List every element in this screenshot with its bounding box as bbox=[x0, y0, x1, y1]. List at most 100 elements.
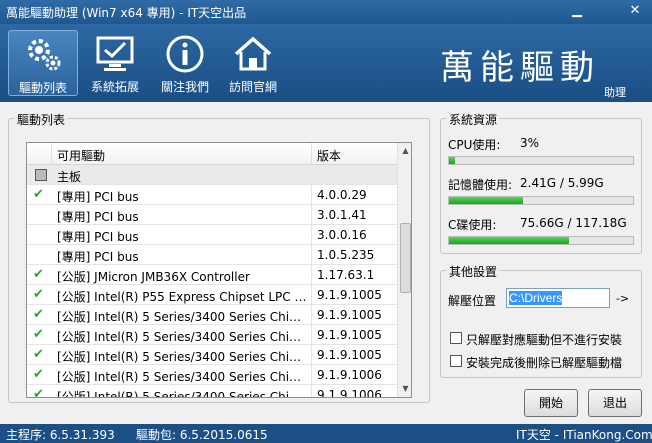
table-row[interactable]: ✔ [專用] PCI bus 4.0.0.29 bbox=[27, 185, 397, 205]
driver-name: [公版] Intel(R) 5 Series/3400 Series Chips… bbox=[57, 350, 307, 364]
table-row[interactable]: ✔ [公版] Intel(R) 5 Series/3400 Series Chip… bbox=[27, 325, 397, 345]
driver-version: 9.1.9.1005 bbox=[317, 288, 382, 302]
driver-version: 3.0.1.41 bbox=[317, 208, 367, 222]
start-button[interactable]: 開始 bbox=[524, 389, 578, 417]
minimize-icon[interactable]: ▁ bbox=[566, 2, 588, 20]
memory-progress-fill bbox=[449, 197, 523, 204]
status-bar: 主程序: 6.5.31.393 驅動包: 6.5.2015.0615 IT天空 … bbox=[0, 424, 652, 443]
check-icon[interactable]: ✔ bbox=[33, 307, 44, 322]
close-icon[interactable]: ✕ bbox=[624, 2, 646, 20]
tab-visit-website[interactable]: 訪問官網 bbox=[218, 30, 288, 96]
delete-after-install-label[interactable]: 安裝完成後刪除已解壓驅動檔 bbox=[466, 354, 622, 371]
main-panel: 驅動列表 可用驅動 版本 主板 ✔ [專用] PCI bus 4.0.0.29 [專用]… bbox=[0, 102, 652, 424]
extract-only-label[interactable]: 只解壓對應驅動但不進行安裝 bbox=[466, 331, 622, 348]
driver-name: [專用] PCI bus bbox=[57, 190, 139, 204]
column-header-driver[interactable]: 可用驅動 bbox=[57, 147, 105, 164]
driver-rows: 主板 ✔ [專用] PCI bus 4.0.0.29 [專用] PCI bus 3.0.1… bbox=[27, 165, 397, 398]
vertical-scrollbar[interactable]: ▲ ▼ bbox=[397, 143, 411, 397]
table-row[interactable]: [專用] PCI bus 3.0.0.16 bbox=[27, 225, 397, 245]
website-link[interactable]: IT天空 - ITianKong.Com bbox=[516, 426, 652, 443]
extract-location-label: 解壓位置 bbox=[448, 294, 497, 308]
check-icon[interactable]: ✔ bbox=[33, 267, 44, 282]
driver-name: [公版] Intel(R) 5 Series/3400 Series Chips… bbox=[57, 310, 307, 324]
title-bar: 萬能驅動助理 (Win7 x64 專用) - IT天空出品 ▁ ✕ bbox=[0, 0, 652, 24]
home-icon bbox=[234, 36, 272, 71]
window-title: 萬能驅動助理 (Win7 x64 專用) - IT天空出品 bbox=[6, 6, 247, 20]
memory-label: 記憶體使用: bbox=[448, 178, 513, 192]
driver-version: 9.1.9.1005 bbox=[317, 328, 382, 342]
check-icon[interactable]: ✔ bbox=[33, 287, 44, 302]
scroll-up-icon[interactable]: ▲ bbox=[398, 143, 411, 159]
driver-name: [公版] Intel(R) P55 Express Chipset LPC In… bbox=[57, 290, 307, 304]
table-row[interactable]: ✔ [公版] JMicron JMB36X Controller 1.17.63.1 bbox=[27, 265, 397, 285]
cpu-value: 3% bbox=[520, 136, 540, 150]
tab-system-extend[interactable]: 系統拓展 bbox=[80, 30, 150, 96]
scroll-thumb[interactable] bbox=[400, 223, 411, 293]
monitor-check-icon bbox=[96, 36, 134, 71]
browse-arrow[interactable]: -> bbox=[616, 292, 629, 305]
table-row[interactable]: [專用] PCI bus 1.0.5.235 bbox=[27, 245, 397, 265]
driver-version: 1.17.63.1 bbox=[317, 268, 375, 282]
driver-name: [公版] Intel(R) 5 Series/3400 Series Chips… bbox=[57, 390, 307, 398]
driver-pack-version: 驅動包: 6.5.2015.0615 bbox=[136, 428, 268, 442]
board-icon bbox=[35, 169, 47, 181]
gears-icon bbox=[28, 39, 61, 71]
driver-version: 3.0.0.16 bbox=[317, 228, 367, 242]
brand-logo: 萬能驅動 bbox=[440, 48, 600, 88]
driver-version: 9.1.9.1005 bbox=[317, 348, 382, 362]
driver-version: 1.0.5.235 bbox=[317, 248, 375, 262]
check-icon[interactable]: ✔ bbox=[33, 347, 44, 362]
driver-list[interactable]: 可用驅動 版本 主板 ✔ [專用] PCI bus 4.0.0.29 [專用] PCI … bbox=[26, 142, 412, 398]
disk-value: 75.66G / 117.18G bbox=[520, 216, 627, 230]
driver-version: 9.1.9.1006 bbox=[317, 388, 382, 398]
disk-label: C碟使用: bbox=[448, 218, 497, 232]
toolbar: 驅動列表 系統拓展 關注我們 訪問官網 萬能驅動 助理 bbox=[0, 24, 652, 100]
tab-driver-list[interactable]: 驅動列表 bbox=[8, 30, 78, 96]
driver-version: 4.0.0.29 bbox=[317, 188, 367, 202]
driver-version: 9.1.9.1005 bbox=[317, 308, 382, 322]
tab-label: 系統拓展 bbox=[90, 80, 139, 94]
table-row[interactable]: [專用] PCI bus 3.0.1.41 bbox=[27, 205, 397, 225]
exit-button[interactable]: 退出 bbox=[588, 389, 642, 417]
table-row[interactable]: ✔ [公版] Intel(R) P55 Express Chipset LPC I… bbox=[27, 285, 397, 305]
extract-path-value: C:\Drivers bbox=[509, 291, 563, 305]
column-header-version[interactable]: 版本 bbox=[317, 147, 341, 164]
cpu-progress-fill bbox=[449, 157, 455, 164]
check-icon[interactable]: ✔ bbox=[33, 327, 44, 342]
list-header: 可用驅動 版本 bbox=[27, 143, 397, 165]
check-icon[interactable]: ✔ bbox=[33, 387, 44, 397]
extract-only-checkbox[interactable] bbox=[450, 332, 462, 344]
driver-name: [專用] PCI bus bbox=[57, 250, 139, 264]
tab-label: 關注我們 bbox=[160, 80, 209, 94]
brand-sub: 助理 bbox=[604, 86, 626, 99]
table-row[interactable]: ✔ [公版] Intel(R) 5 Series/3400 Series Chip… bbox=[27, 365, 397, 385]
driver-name: [公版] Intel(R) 5 Series/3400 Series Chips… bbox=[57, 370, 307, 384]
tab-label: 訪問官網 bbox=[228, 80, 277, 94]
check-icon[interactable]: ✔ bbox=[33, 367, 44, 382]
tab-label: 驅動列表 bbox=[18, 81, 67, 95]
group-title: 系統資源 bbox=[447, 111, 500, 128]
scroll-down-icon[interactable]: ▼ bbox=[398, 381, 411, 397]
memory-value: 2.41G / 5.99G bbox=[520, 176, 604, 190]
check-icon[interactable]: ✔ bbox=[33, 187, 44, 202]
driver-name: [公版] JMicron JMB36X Controller bbox=[57, 270, 250, 284]
driver-name: [專用] PCI bus bbox=[57, 210, 139, 224]
tab-follow-us[interactable]: 關注我們 bbox=[150, 30, 220, 96]
disk-progress bbox=[448, 236, 634, 245]
table-row[interactable]: ✔ [公版] Intel(R) 5 Series/3400 Series Chip… bbox=[27, 305, 397, 325]
group-title: 驅動列表 bbox=[15, 111, 68, 128]
extract-path-input[interactable]: C:\Drivers bbox=[506, 288, 610, 308]
info-icon bbox=[166, 35, 204, 73]
table-row[interactable]: ✔ [公版] Intel(R) 5 Series/3400 Series Chip… bbox=[27, 385, 397, 398]
app-window: 萬能驅動助理 (Win7 x64 專用) - IT天空出品 ▁ ✕ 驅動列表 系… bbox=[0, 0, 652, 443]
table-row[interactable]: ✔ [公版] Intel(R) 5 Series/3400 Series Chip… bbox=[27, 345, 397, 365]
list-group-header[interactable]: 主板 bbox=[27, 165, 397, 185]
cpu-label: CPU使用: bbox=[448, 138, 501, 152]
delete-after-install-checkbox[interactable] bbox=[450, 355, 462, 367]
cpu-progress bbox=[448, 156, 634, 165]
group-title: 其他設置 bbox=[447, 263, 500, 280]
driver-name: [公版] Intel(R) 5 Series/3400 Series Chips… bbox=[57, 330, 307, 344]
main-program-version: 主程序: 6.5.31.393 bbox=[6, 428, 115, 442]
driver-version: 9.1.9.1006 bbox=[317, 368, 382, 382]
driver-name: 主板 bbox=[57, 170, 82, 184]
